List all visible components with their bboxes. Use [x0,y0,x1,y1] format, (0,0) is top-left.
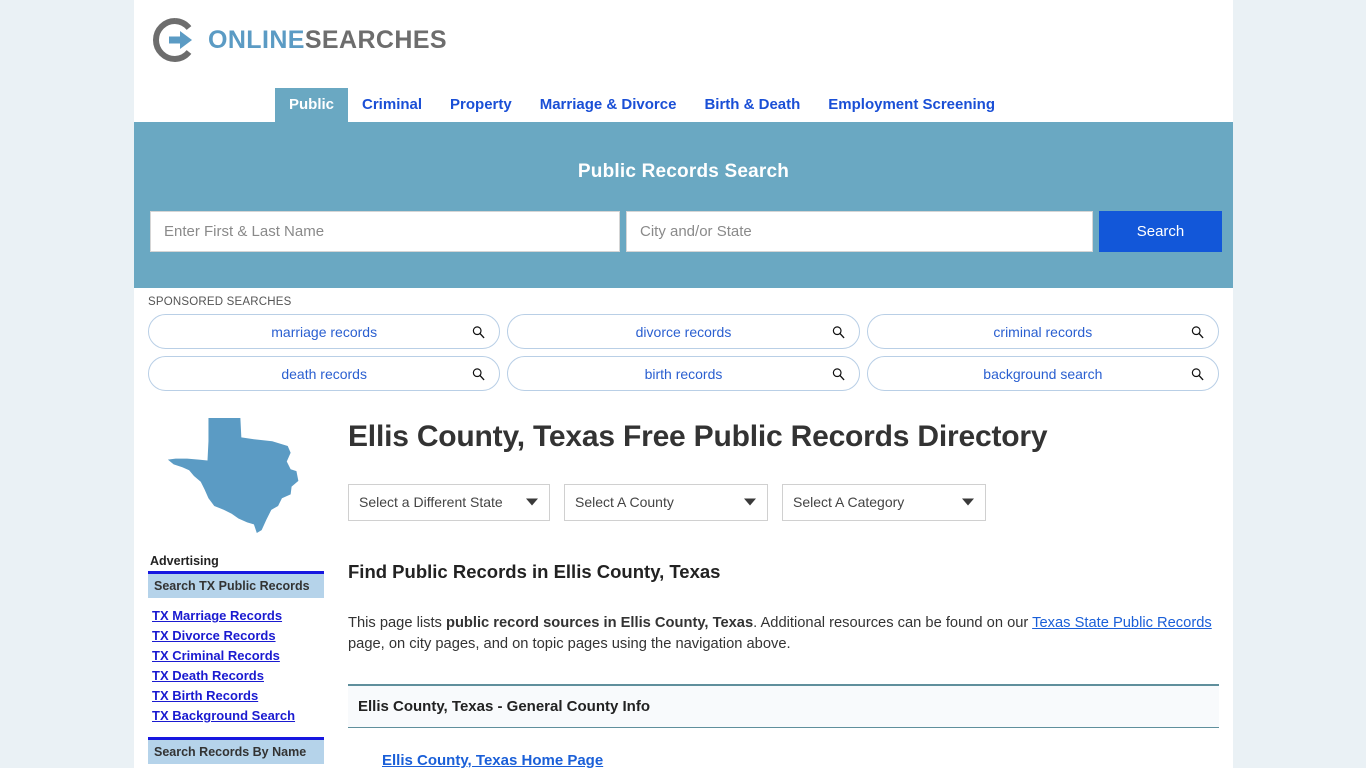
filter-select-row: Select a Different State Select A County… [348,483,1219,521]
select-state-value: Select a Different State [359,494,503,510]
sponsored-row-2: death records birth records background s… [148,356,1219,391]
sidebar: Advertising Search TX Public Records TX … [148,410,324,768]
sponsored-pill-label: birth records [644,365,723,382]
sponsored-pill-label: criminal records [993,323,1093,340]
sponsored-pill-marriage-records[interactable]: marriage records [148,314,501,349]
magnifier-icon [472,325,485,338]
sponsored-pill-label: background search [983,365,1103,382]
name-search-input[interactable] [150,211,620,252]
chevron-down-icon [744,498,756,506]
magnifier-icon [832,325,845,338]
magnifier-icon [1191,325,1204,338]
nav-item-marriage-divorce[interactable]: Marriage & Divorce [526,88,691,122]
main-content: Ellis County, Texas Free Public Records … [324,410,1219,768]
intro-bold-phrase: public record sources in Ellis County, T… [445,614,754,631]
logo-text-online: ONLINE [208,25,305,54]
content-shell: ONLINESEARCHES Public Criminal Property … [134,0,1233,768]
ad-box-search-records-by-name[interactable]: Search Records By Name [148,737,324,764]
sidebar-link-tx-background-search[interactable]: TX Background Search [152,708,324,723]
sponsored-pill-death-records[interactable]: death records [148,356,501,391]
search-form: Search [150,211,1222,252]
search-button[interactable]: Search [1099,211,1222,252]
hero-title: Public Records Search [577,161,790,182]
nav-item-public[interactable]: Public [275,88,349,122]
sponsored-pill-label: divorce records [635,323,732,340]
intro-text-part1: This page lists [348,614,446,631]
nav-item-criminal[interactable]: Criminal [348,88,436,122]
logo-wordmark: ONLINESEARCHES [208,25,447,54]
texas-state-map-icon [164,416,309,536]
sponsored-pill-criminal-records[interactable]: criminal records [866,314,1219,349]
advertising-label: Advertising [150,554,219,568]
sponsored-pill-birth-records[interactable]: birth records [507,356,860,391]
sidebar-link-tx-criminal-records[interactable]: TX Criminal Records [152,648,324,663]
magnifier-icon [832,367,845,380]
magnifier-icon [1191,367,1204,380]
sponsored-pill-background-search[interactable]: background search [866,356,1219,391]
general-county-info-header: Ellis County, Texas - General County Inf… [348,683,1219,728]
magnifier-icon [472,367,485,380]
select-category-value: Select A Category [793,494,905,510]
sponsored-pill-divorce-records[interactable]: divorce records [507,314,860,349]
public-records-search-panel: Public Records Search Search [134,125,1233,288]
sidebar-link-tx-divorce-records[interactable]: TX Divorce Records [152,628,324,643]
ad-box-title: Search TX Public Records [154,579,310,593]
select-county-value: Select A County [575,494,674,510]
sponsored-row-1: marriage records divorce records crimina… [148,314,1219,349]
nav-item-birth-death[interactable]: Birth & Death [690,88,814,122]
county-home-page-link[interactable]: Ellis County, Texas Home Page [348,752,1219,768]
chevron-down-icon [526,498,538,506]
sidebar-link-list: TX Marriage Records TX Divorce Records T… [152,608,324,723]
intro-paragraph: This page lists public record sources in… [348,613,1219,656]
nav-item-employment-screening[interactable]: Employment Screening [814,88,1009,122]
select-state-dropdown[interactable]: Select a Different State [348,483,550,521]
section-heading: Find Public Records in Ellis County, Tex… [348,560,721,582]
site-logo[interactable]: ONLINESEARCHES [152,17,447,63]
sponsored-pill-label: death records [281,365,367,382]
ad-box-search-tx-public-records[interactable]: Search TX Public Records [148,571,324,598]
select-category-dropdown[interactable]: Select A Category [782,483,986,521]
location-search-input[interactable] [626,211,1093,252]
page-root: ONLINESEARCHES Public Criminal Property … [0,0,1366,768]
sponsored-searches-label: SPONSORED SEARCHES [148,296,292,308]
intro-text-part3: page, on city pages, and on topic pages … [348,636,791,653]
page-title: Ellis County, Texas Free Public Records … [348,420,1048,453]
circular-arrow-logo-icon [152,17,198,63]
nav-item-property[interactable]: Property [436,88,526,122]
body-columns: Advertising Search TX Public Records TX … [134,404,1233,768]
select-county-dropdown[interactable]: Select A County [564,483,768,521]
site-header: ONLINESEARCHES [134,0,1233,82]
ad-box-title: Search Records By Name [154,745,307,759]
texas-state-public-records-link[interactable]: Texas State Public Records [1032,615,1212,631]
sidebar-link-tx-birth-records[interactable]: TX Birth Records [152,688,324,703]
logo-text-searches: SEARCHES [304,25,447,54]
sidebar-link-tx-marriage-records[interactable]: TX Marriage Records [152,608,324,623]
sponsored-searches: SPONSORED SEARCHES marriage records divo… [134,288,1233,404]
sponsored-pill-label: marriage records [271,323,378,340]
intro-text-part2: . Additional resources can be found on o… [753,614,1033,631]
main-navigation: Public Criminal Property Marriage & Divo… [134,82,1233,125]
sidebar-link-tx-death-records[interactable]: TX Death Records [152,668,324,683]
chevron-down-icon [962,498,974,506]
